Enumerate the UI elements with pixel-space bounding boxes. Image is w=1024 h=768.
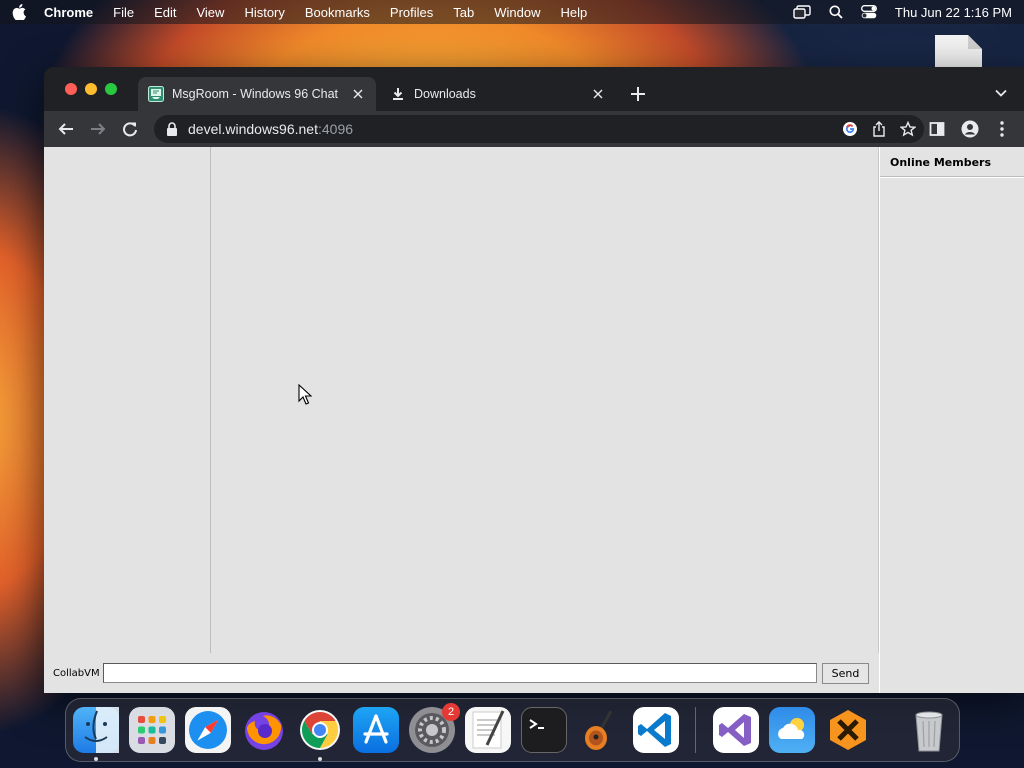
vscode-icon[interactable] bbox=[633, 707, 679, 753]
tab-title: MsgRoom - Windows 96 Chat bbox=[172, 87, 339, 101]
tab-strip: MsgRoom - Windows 96 Chat Downloads bbox=[44, 67, 1024, 111]
weather-icon[interactable] bbox=[769, 707, 815, 753]
back-arrow-icon[interactable] bbox=[56, 119, 76, 139]
username-label[interactable]: CollabVM bbox=[53, 668, 100, 679]
garageband-icon[interactable] bbox=[577, 707, 623, 753]
trash-icon[interactable] bbox=[906, 707, 952, 753]
online-members-header: Online Members bbox=[880, 147, 1024, 177]
screen-mirroring-icon[interactable] bbox=[793, 5, 811, 19]
window-zoom-button[interactable] bbox=[105, 83, 117, 95]
url-port: :4096 bbox=[317, 121, 354, 137]
tab-msgroom[interactable]: MsgRoom - Windows 96 Chat bbox=[138, 77, 376, 111]
safari-icon[interactable] bbox=[185, 707, 231, 753]
visual-studio-icon[interactable] bbox=[713, 707, 759, 753]
tab-title: Downloads bbox=[414, 87, 476, 101]
menu-view[interactable]: View bbox=[196, 5, 224, 20]
menu-history[interactable]: History bbox=[244, 5, 284, 20]
status-area: Thu Jun 22 1:16 PM bbox=[793, 5, 1012, 20]
window-minimize-button[interactable] bbox=[85, 83, 97, 95]
tab-close-icon[interactable] bbox=[350, 86, 366, 102]
terminal-icon[interactable] bbox=[521, 707, 567, 753]
launchpad-icon[interactable] bbox=[129, 707, 175, 753]
desktop-file-icon[interactable] bbox=[935, 35, 982, 70]
google-lens-icon[interactable] bbox=[842, 121, 858, 140]
app-store-icon[interactable] bbox=[353, 707, 399, 753]
menu-window[interactable]: Window bbox=[494, 5, 540, 20]
address-bar[interactable]: devel.windows96.net:4096 bbox=[154, 115, 924, 143]
control-center-icon[interactable] bbox=[860, 5, 877, 19]
menu-edit[interactable]: Edit bbox=[154, 5, 176, 20]
menu-app-name[interactable]: Chrome bbox=[44, 5, 93, 20]
menu-file[interactable]: File bbox=[113, 5, 134, 20]
bookmark-star-icon[interactable] bbox=[899, 120, 917, 140]
dock-separator bbox=[695, 707, 696, 753]
profile-avatar-icon[interactable] bbox=[960, 119, 980, 139]
download-icon bbox=[390, 86, 406, 102]
window-close-button[interactable] bbox=[65, 83, 77, 95]
finder-icon[interactable] bbox=[73, 707, 119, 753]
menu-profiles[interactable]: Profiles bbox=[390, 5, 433, 20]
spotlight-search-icon[interactable] bbox=[829, 5, 843, 19]
tab-search-chevron-icon[interactable] bbox=[994, 86, 1008, 100]
forward-arrow-icon[interactable] bbox=[88, 119, 108, 139]
online-members-pane: Online Members bbox=[879, 147, 1024, 693]
url-host: devel.windows96.net bbox=[188, 121, 318, 137]
browser-toolbar: devel.windows96.net:4096 bbox=[44, 111, 1024, 147]
room-list-pane bbox=[44, 147, 211, 653]
textedit-icon[interactable] bbox=[465, 707, 511, 753]
side-panel-icon[interactable] bbox=[927, 119, 947, 139]
tab-close-icon[interactable] bbox=[590, 86, 606, 102]
reload-icon[interactable] bbox=[120, 119, 140, 139]
message-input-row: CollabVM Send bbox=[44, 653, 879, 693]
menu-bar: Chrome File Edit View History Bookmarks … bbox=[0, 0, 1024, 24]
msgroom-favicon-icon bbox=[148, 86, 164, 102]
message-input[interactable] bbox=[103, 663, 817, 683]
apple-menu-icon[interactable] bbox=[12, 4, 26, 20]
tab-downloads[interactable]: Downloads bbox=[380, 77, 616, 111]
mouse-cursor-icon bbox=[298, 383, 313, 406]
menu-clock[interactable]: Thu Jun 22 1:16 PM bbox=[895, 5, 1012, 20]
lock-icon[interactable] bbox=[166, 122, 178, 136]
dock: 2 bbox=[65, 698, 960, 762]
running-indicator bbox=[94, 757, 98, 761]
menu-help[interactable]: Help bbox=[561, 5, 588, 20]
new-tab-plus-icon[interactable] bbox=[628, 84, 648, 104]
chrome-icon[interactable] bbox=[297, 707, 343, 753]
bee-app-icon[interactable] bbox=[825, 707, 871, 753]
browser-window: MsgRoom - Windows 96 Chat Downloads deve… bbox=[44, 67, 1024, 693]
menu-tab[interactable]: Tab bbox=[453, 5, 474, 20]
send-button[interactable]: Send bbox=[822, 663, 869, 684]
share-icon[interactable] bbox=[872, 121, 886, 140]
notification-badge: 2 bbox=[442, 703, 460, 721]
menu-bookmarks[interactable]: Bookmarks bbox=[305, 5, 370, 20]
msgroom-page: Online Members CollabVM Send bbox=[44, 147, 1024, 693]
omnibox-actions bbox=[842, 120, 917, 140]
firefox-icon[interactable] bbox=[241, 707, 287, 753]
running-indicator bbox=[318, 757, 322, 761]
more-menu-icon[interactable] bbox=[992, 119, 1012, 139]
